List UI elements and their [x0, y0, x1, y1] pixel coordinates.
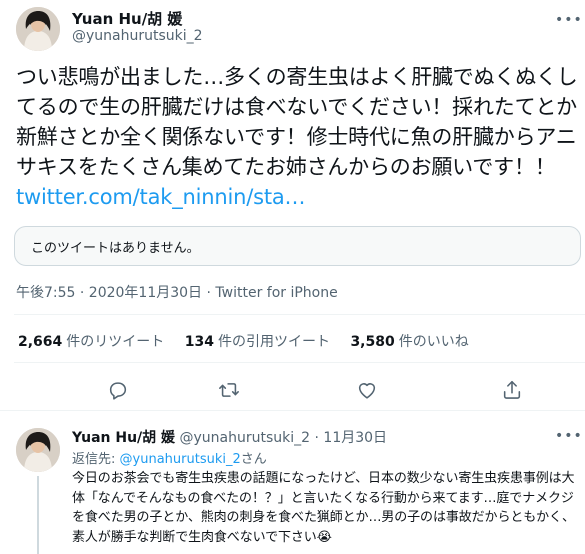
like-icon: [358, 383, 376, 399]
reply-to: 返信先: @yunahurutsuki_2さん: [72, 448, 267, 467]
quotes-count: 134: [184, 334, 214, 350]
quotes-stat[interactable]: 134 件の引用ツイート: [185, 331, 330, 351]
likes-count: 3,580: [350, 334, 395, 350]
reply-header: Yuan Hu/胡 媛 @yunahurutsuki_2 · 11月30日: [72, 427, 387, 447]
reply-author-handle[interactable]: @yunahurutsuki_2: [180, 430, 311, 446]
quoted-unavailable-text: このツイートはありません。: [31, 241, 200, 256]
quotes-label: 件の引用ツイート: [217, 334, 330, 350]
main-tweet: Yuan Hu/胡 媛 @yunahurutsuki_2 ••• つい悲鳴が出ま…: [0, 0, 585, 410]
timestamp[interactable]: 午後7:55 · 2020年11月30日: [16, 285, 202, 301]
reply-author-name[interactable]: Yuan Hu/胡 媛: [72, 430, 175, 446]
retweet-icon: [219, 383, 239, 397]
tweet-body: つい悲鳴が出ました…多くの寄生虫はよく肝臓でぬくぬくしてるので生の肝臓だけは食べ…: [16, 65, 578, 179]
tweet-source[interactable]: Twitter for iPhone: [215, 285, 337, 301]
reply-to-prefix: 返信先:: [72, 452, 120, 467]
thread-line: [37, 476, 39, 554]
more-icon[interactable]: •••: [555, 428, 582, 444]
reply-date[interactable]: 11月30日: [323, 430, 387, 446]
reply-dot: ·: [314, 430, 319, 446]
avatar[interactable]: [16, 428, 60, 472]
likes-stat[interactable]: 3,580 件のいいね: [350, 331, 468, 351]
author-handle[interactable]: @yunahurutsuki_2: [72, 28, 203, 44]
tweet-meta: 午後7:55 · 2020年11月30日 · Twitter for iPhon…: [16, 282, 338, 302]
meta-separator: ·: [202, 285, 216, 301]
divider: [14, 362, 585, 363]
reply-to-mention[interactable]: @yunahurutsuki_2: [120, 452, 241, 467]
reply-text: 今日のお茶会でも寄生虫疾患の話題になったけど、日本の数少ない寄生虫疾患事例は大体…: [72, 471, 575, 545]
avatar[interactable]: [16, 7, 60, 51]
retweets-label: 件のリツイート: [66, 334, 165, 350]
action-bar: [0, 375, 585, 405]
share-button[interactable]: [497, 375, 527, 405]
reply-tweet[interactable]: Yuan Hu/胡 媛 @yunahurutsuki_2 · 11月30日 ••…: [0, 420, 585, 554]
reply-to-suffix: さん: [240, 452, 267, 467]
more-icon[interactable]: •••: [555, 12, 582, 28]
likes-label: 件のいいね: [398, 334, 469, 350]
section-divider: [0, 410, 585, 418]
reply-button[interactable]: [103, 375, 133, 405]
tweet-link[interactable]: twitter.com/tak_ninnin/sta…: [16, 185, 306, 209]
tweet-text: つい悲鳴が出ました…多くの寄生虫はよく肝臓でぬくぬくしてるので生の肝臓だけは食べ…: [16, 62, 582, 212]
reply-icon: [109, 382, 127, 400]
tweet-stats: 2,664 件のリツイート 134 件の引用ツイート 3,580 件のいいね: [18, 331, 485, 351]
retweet-button[interactable]: [214, 375, 244, 405]
retweets-count: 2,664: [18, 334, 63, 350]
retweets-stat[interactable]: 2,664 件のリツイート: [18, 331, 164, 351]
author-name[interactable]: Yuan Hu/胡 媛: [72, 8, 182, 29]
share-icon: [503, 380, 521, 399]
quoted-tweet-unavailable: このツイートはありません。: [14, 226, 581, 266]
like-button[interactable]: [352, 375, 382, 405]
divider: [14, 314, 585, 315]
